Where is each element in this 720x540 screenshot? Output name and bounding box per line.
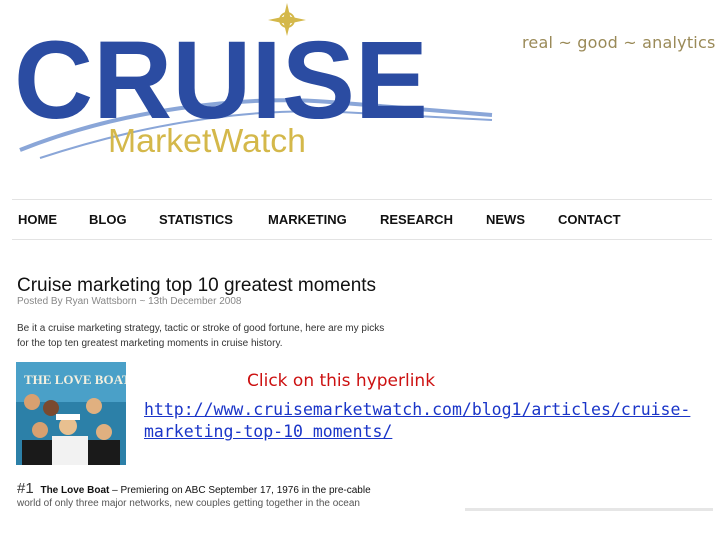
thumbnail-label: THE LOVE BOAT	[24, 372, 126, 387]
nav-top-divider	[12, 199, 712, 200]
love-boat-thumbnail[interactable]: THE LOVE BOAT	[16, 362, 126, 465]
item-text: – Premiering on ABC September 17, 1976 i…	[112, 485, 371, 496]
nav-home[interactable]: HOME	[18, 212, 57, 227]
article-title[interactable]: Cruise marketing top 10 greatest moments	[17, 275, 376, 297]
article-intro: Be it a cruise marketing strategy, tacti…	[17, 323, 385, 349]
nav-bottom-divider	[12, 239, 712, 240]
nav-contact[interactable]: CONTACT	[558, 212, 621, 227]
article-hyperlink[interactable]: http://www.cruisemarketwatch.com/blog1/a…	[144, 399, 704, 443]
nav-research[interactable]: RESEARCH	[380, 212, 453, 227]
nav-blog[interactable]: BLOG	[89, 212, 127, 227]
instruction-text: Click on this hyperlink	[247, 371, 436, 391]
logo-subtitle: MarketWatch	[108, 122, 306, 159]
nav-news[interactable]: NEWS	[486, 212, 525, 227]
list-item-1: #1 The Love Boat – Premiering on ABC Sep…	[17, 480, 371, 497]
nav-marketing[interactable]: MARKETING	[268, 212, 347, 227]
cruise-logo[interactable]: CRUISE MarketWatch	[0, 0, 500, 170]
item-number: #1	[17, 480, 34, 497]
nav-statistics[interactable]: STATISTICS	[159, 212, 233, 227]
article-byline: Posted By Ryan Wattsborn ~ 13th December…	[17, 296, 242, 307]
item-title[interactable]: The Love Boat	[40, 485, 109, 496]
item-text-continued: world of only three major networks, new …	[17, 498, 360, 509]
sidebar-divider	[465, 508, 713, 511]
tagline: real ~ good ~ analytics	[522, 33, 716, 52]
